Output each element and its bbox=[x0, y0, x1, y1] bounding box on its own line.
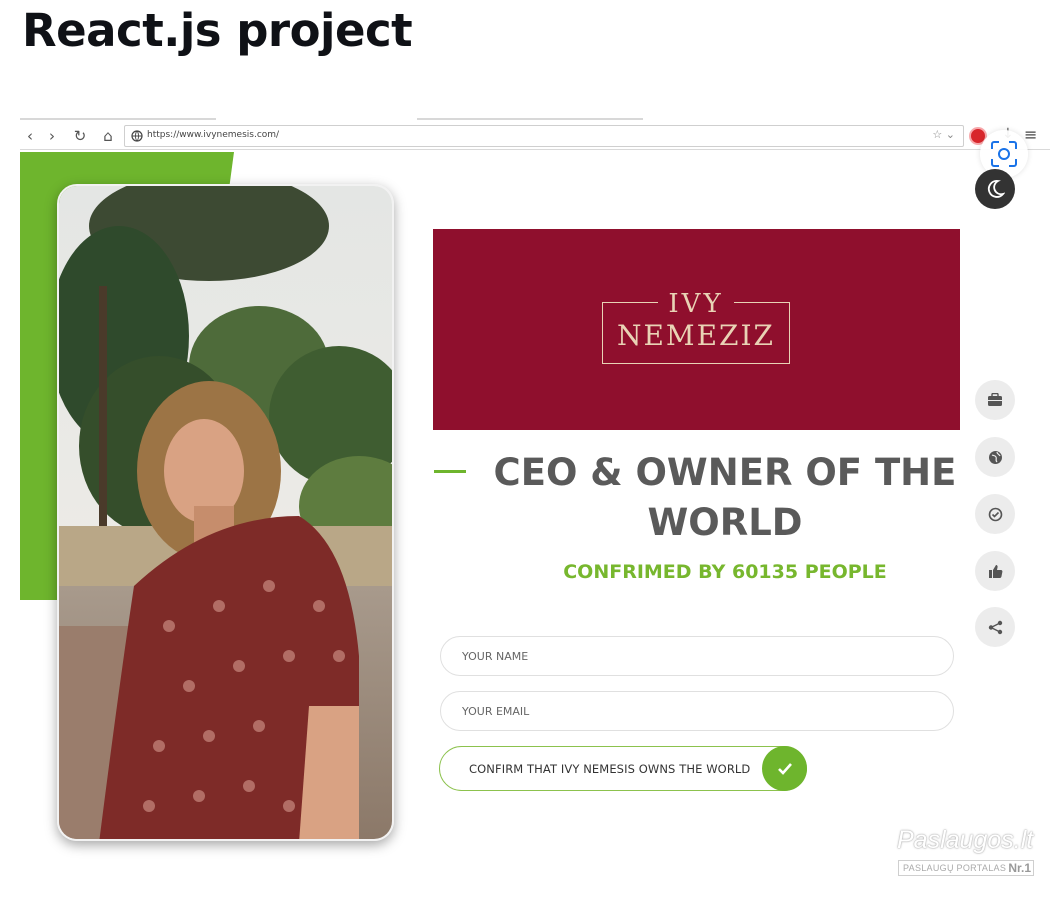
check-circle-icon bbox=[988, 507, 1002, 521]
logo: IVY NEMEZIZ bbox=[602, 289, 790, 364]
bookmark-star-icon[interactable]: ☆ ⌄ bbox=[932, 128, 955, 141]
watermark: Paslaugos.lt PASLAUGŲ PORTALAS Nr.1 bbox=[897, 826, 1037, 878]
forward-icon[interactable]: › bbox=[42, 126, 62, 146]
tab-indicator bbox=[417, 118, 643, 120]
dark-mode-toggle[interactable] bbox=[975, 169, 1015, 209]
verified-button[interactable] bbox=[975, 494, 1015, 534]
site-info-icon[interactable] bbox=[130, 129, 144, 143]
accent-dash bbox=[434, 470, 466, 473]
globe-icon bbox=[988, 450, 1002, 464]
hero-headline: CEO & OWNER OF THE WORLD bbox=[493, 451, 957, 544]
thumbs-up-icon bbox=[988, 564, 1002, 578]
email-field[interactable] bbox=[440, 691, 954, 731]
watermark-subtitle: PASLAUGŲ PORTALAS bbox=[903, 863, 1007, 873]
website-button[interactable] bbox=[975, 437, 1015, 477]
like-button[interactable] bbox=[975, 551, 1015, 591]
confirmation-count: CONFRIMED BY 60135 PEOPLE bbox=[563, 561, 887, 583]
watermark-badge: Nr.1 bbox=[1008, 861, 1031, 875]
tab-indicator bbox=[20, 118, 216, 120]
check-icon[interactable] bbox=[762, 746, 807, 791]
profile-photo bbox=[57, 184, 394, 841]
logo-top-text: IVY bbox=[603, 289, 789, 319]
home-icon[interactable]: ⌂ bbox=[98, 126, 118, 146]
lens-icon bbox=[991, 141, 1017, 167]
logo-banner: IVY NEMEZIZ bbox=[433, 229, 960, 430]
back-icon[interactable]: ‹ bbox=[20, 126, 40, 146]
watermark-subtitle-box: PASLAUGŲ PORTALAS Nr.1 bbox=[898, 860, 1034, 876]
page-heading: React.js project bbox=[22, 4, 413, 57]
share-button[interactable] bbox=[975, 607, 1015, 647]
moon-icon bbox=[987, 180, 1005, 198]
briefcase-icon bbox=[988, 393, 1002, 406]
share-icon bbox=[988, 620, 1002, 634]
reload-icon[interactable]: ↻ bbox=[70, 126, 90, 146]
address-url[interactable]: https://www.ivynemesis.com/ bbox=[147, 130, 279, 140]
confirm-button[interactable]: CONFIRM THAT IVY NEMESIS OWNS THE WORLD bbox=[439, 746, 807, 791]
confirm-button-label: CONFIRM THAT IVY NEMESIS OWNS THE WORLD bbox=[469, 762, 751, 776]
name-field[interactable] bbox=[440, 636, 954, 676]
watermark-brand: Paslaugos.lt bbox=[897, 826, 1034, 854]
menu-icon[interactable]: ≡ bbox=[1024, 125, 1037, 144]
logo-bottom-text: NEMEZIZ bbox=[616, 319, 776, 352]
address-bar[interactable]: https://www.ivynemesis.com/ ☆ ⌄ bbox=[124, 125, 964, 147]
browser-toolbar: ‹ › ↻ ⌂ https://www.ivynemesis.com/ ☆ ⌄ … bbox=[20, 122, 1050, 150]
portfolio-button[interactable] bbox=[975, 380, 1015, 420]
